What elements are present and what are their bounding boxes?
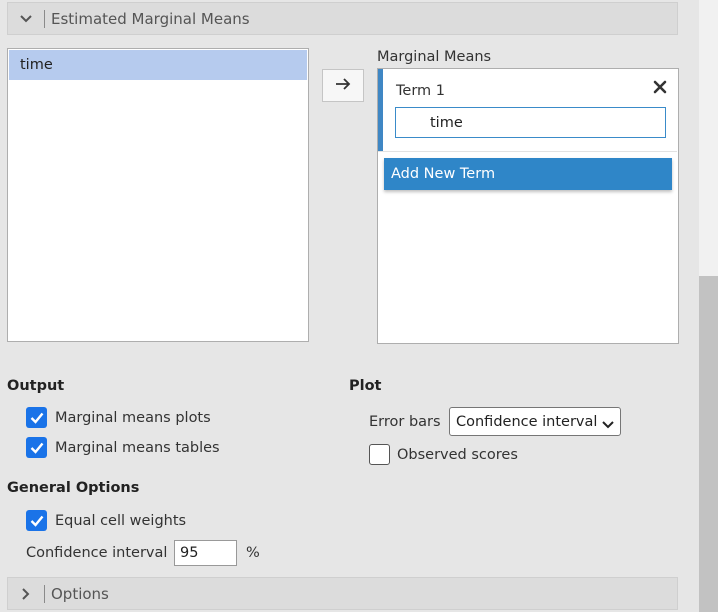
term-accent-bar: [378, 69, 383, 151]
term-1-drop-field[interactable]: time: [395, 107, 666, 138]
options-section-title: Options: [51, 584, 109, 603]
add-new-term-button[interactable]: Add New Term: [384, 158, 672, 190]
term-1-value: time: [430, 114, 463, 131]
equal-cell-weights-checkbox[interactable]: [26, 510, 47, 531]
term-1-block[interactable]: Term 1 time: [378, 69, 677, 152]
header-separator: [44, 584, 45, 603]
observed-scores-checkbox[interactable]: [369, 444, 390, 465]
marginal-means-plots-checkbox[interactable]: [26, 407, 47, 428]
marginal-means-plots-label: Marginal means plots: [55, 410, 211, 426]
add-new-term-label: Add New Term: [391, 166, 496, 182]
scrollbar-thumb[interactable]: [699, 276, 718, 612]
general-options-title: General Options: [7, 480, 140, 496]
confidence-interval-input[interactable]: 95: [174, 540, 237, 566]
checkmark-icon: [30, 515, 43, 527]
close-icon[interactable]: [653, 80, 667, 98]
checkmark-icon: [30, 442, 43, 454]
chevron-down-icon: [602, 417, 614, 433]
confidence-interval-value: 95: [180, 545, 199, 561]
observed-scores-label: Observed scores: [397, 447, 518, 463]
marginal-means-listbox[interactable]: Term 1 time Add New Term: [377, 68, 679, 344]
marginal-means-tables-label: Marginal means tables: [55, 440, 220, 456]
emm-section-title: Estimated Marginal Means: [51, 9, 250, 28]
checkmark-icon: [30, 412, 43, 424]
chevron-down-icon: [8, 14, 44, 23]
plot-title: Plot: [349, 378, 382, 394]
marginal-means-tables-checkbox[interactable]: [26, 437, 47, 458]
percent-unit: %: [246, 545, 260, 561]
equal-cell-weights-label: Equal cell weights: [55, 513, 187, 529]
variable-item-time[interactable]: time: [9, 50, 307, 80]
chevron-right-icon: [8, 587, 44, 600]
error-bars-select[interactable]: Confidence interval: [449, 407, 621, 436]
output-title: Output: [7, 378, 65, 394]
emm-section-header[interactable]: Estimated Marginal Means: [7, 2, 678, 35]
variables-listbox[interactable]: time: [7, 48, 309, 342]
options-section-header[interactable]: Options: [7, 577, 678, 610]
variable-label: time: [20, 57, 53, 73]
error-bars-value: Confidence interval: [456, 413, 598, 430]
transfer-button[interactable]: [322, 69, 364, 102]
marginal-means-label: Marginal Means: [377, 49, 492, 65]
confidence-interval-label: Confidence interval: [26, 545, 168, 561]
header-separator: [44, 9, 45, 28]
arrow-right-icon: [335, 77, 351, 94]
term-1-label: Term 1: [396, 83, 445, 99]
error-bars-label: Error bars: [369, 414, 441, 430]
